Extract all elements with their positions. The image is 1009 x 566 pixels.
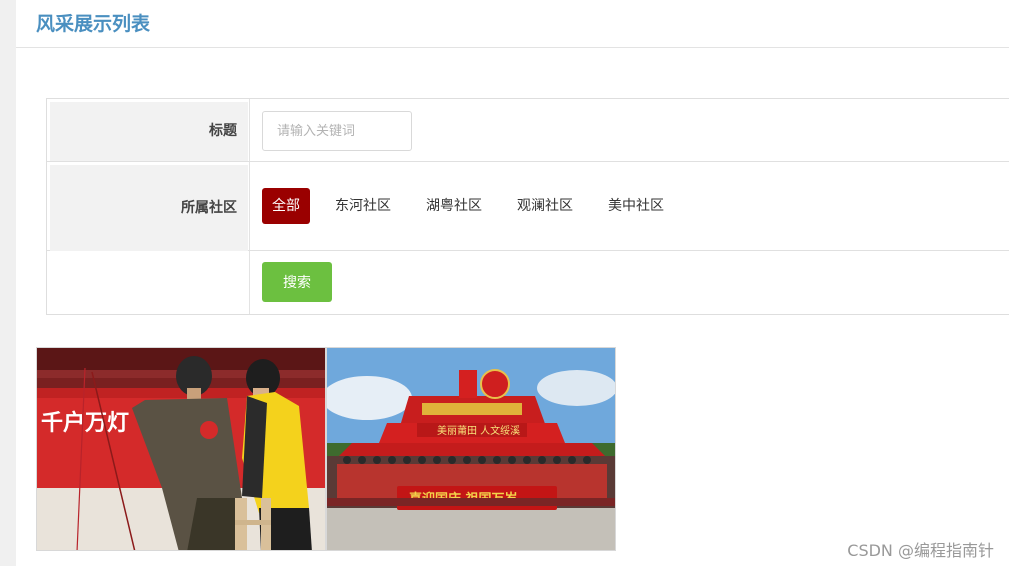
search-row-label: [50, 254, 248, 313]
photo-arch-text: 美丽莆田 人文绥溪: [437, 424, 520, 437]
title-filter-label: 标题: [50, 102, 248, 161]
community-filter-label: 所属社区: [50, 165, 248, 251]
page-title: 风采展示列表: [36, 13, 151, 35]
community-options: 全部 东河社区 湖粤社区 观澜社区 美中社区: [262, 188, 689, 224]
search-row: 搜索: [47, 251, 1009, 314]
community-option-meizhong[interactable]: 美中社区: [598, 188, 674, 224]
title-filter-content: [249, 99, 1009, 161]
community-filter-row: 所属社区 全部 东河社区 湖粤社区 观澜社区 美中社区: [47, 162, 1009, 251]
community-option-guanlan[interactable]: 观澜社区: [507, 188, 583, 224]
filter-panel: 标题 所属社区 全部 东河社区 湖粤社区 观澜社区 美中社区 搜索: [46, 98, 1009, 315]
csdn-watermark: CSDN @编程指南针: [847, 541, 994, 560]
page-header: 风采展示列表: [16, 0, 1009, 48]
search-row-content: 搜索: [249, 251, 1009, 314]
community-filter-content: 全部 东河社区 湖粤社区 观澜社区 美中社区: [249, 162, 1009, 250]
lantern-installation-photo: 千户万灯: [37, 348, 325, 550]
gallery-item-community-group[interactable]: 美丽莆田 人文绥溪 喜迎国庆 祖国万岁: [326, 347, 616, 551]
search-button[interactable]: 搜索: [262, 262, 332, 302]
keyword-search-input[interactable]: [262, 111, 412, 151]
community-group-photo: 美丽莆田 人文绥溪 喜迎国庆 祖国万岁: [327, 348, 615, 550]
community-option-donghe[interactable]: 东河社区: [325, 188, 401, 224]
community-option-huyue[interactable]: 湖粤社区: [416, 188, 492, 224]
gallery-item-lantern-installation[interactable]: 千户万灯: [36, 347, 326, 551]
title-filter-row: 标题: [47, 99, 1009, 162]
community-option-all[interactable]: 全部: [262, 188, 310, 224]
photo-banner-text: 千户万灯: [41, 410, 129, 436]
left-sidebar-strip: [0, 0, 16, 566]
